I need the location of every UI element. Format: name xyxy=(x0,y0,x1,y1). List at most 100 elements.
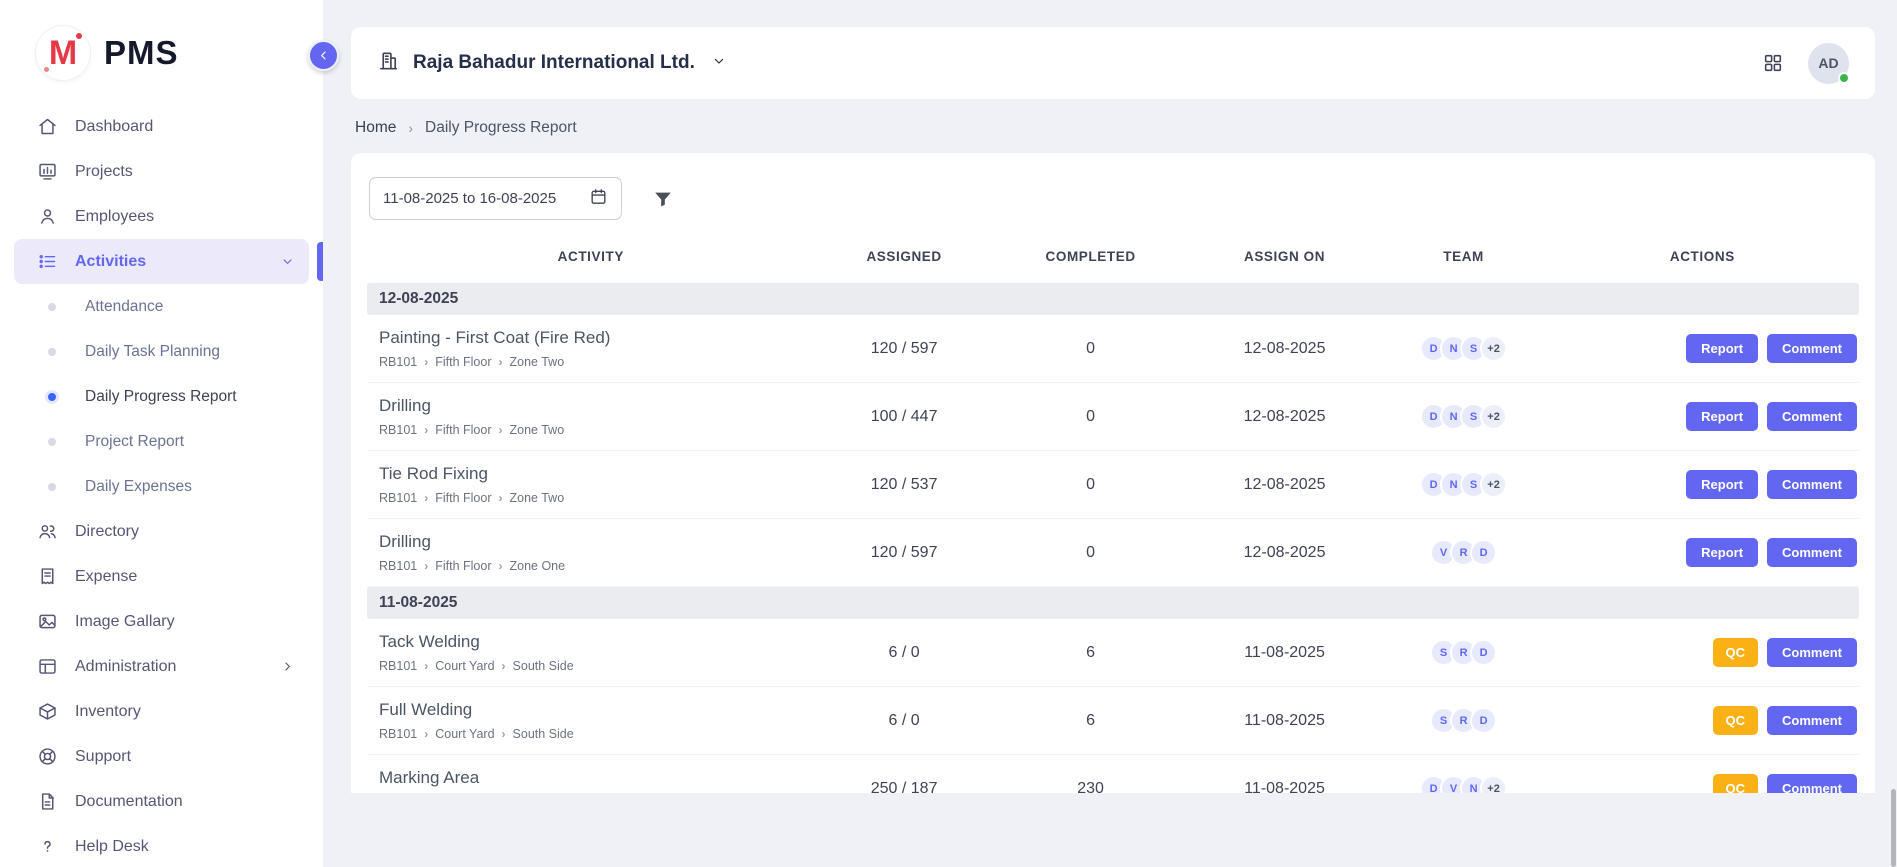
bullet-dot-icon xyxy=(48,348,56,356)
team-avatar[interactable]: D xyxy=(1470,707,1497,734)
sidebar-item-label: Directory xyxy=(75,523,139,541)
report-button[interactable]: Report xyxy=(1686,538,1758,567)
bullet-dot-icon xyxy=(48,438,56,446)
activity-location-path: RB101›Fifth Floor›Zone Two xyxy=(379,355,807,369)
building-icon xyxy=(377,49,400,72)
activity-row: Marking AreaRB101›Fifth Floor›Zone Two25… xyxy=(367,755,1859,794)
main-content: Raja Bahadur International Ltd. AD Home … xyxy=(323,0,1897,867)
activities-icon xyxy=(37,251,58,272)
chevron-right-icon: › xyxy=(424,559,428,573)
company-selector[interactable]: Raja Bahadur International Ltd. xyxy=(377,49,727,77)
team-extra-badge[interactable]: +2 xyxy=(1480,775,1507,793)
assign-on-value: 12-08-2025 xyxy=(1188,383,1382,451)
assigned-value: 250 / 187 xyxy=(815,755,994,794)
comment-button[interactable]: Comment xyxy=(1767,334,1857,363)
chevron-right-icon: › xyxy=(424,727,428,741)
activity-name: Drilling xyxy=(379,396,807,416)
comment-button[interactable]: Comment xyxy=(1767,538,1857,567)
sidebar-item-label: Documentation xyxy=(75,793,183,811)
sidebar-item-projects[interactable]: Projects xyxy=(14,149,309,194)
sidebar-item-employees[interactable]: Employees xyxy=(14,194,309,239)
activity-row: DrillingRB101›Fifth Floor›Zone One120 / … xyxy=(367,519,1859,587)
sidebar-item-label: Projects xyxy=(75,163,133,181)
sidebar-item-dashboard[interactable]: Dashboard xyxy=(14,104,309,149)
path-segment: Court Yard xyxy=(435,727,494,741)
sidebar-subitem-attendance[interactable]: Attendance xyxy=(0,284,323,329)
filter-funnel-button[interactable] xyxy=(652,188,674,210)
qc-button[interactable]: QC xyxy=(1713,774,1759,793)
user-avatar[interactable]: AD xyxy=(1808,43,1849,84)
comment-button[interactable]: Comment xyxy=(1767,638,1857,667)
comment-button[interactable]: Comment xyxy=(1767,402,1857,431)
chevron-right-icon: › xyxy=(499,423,503,437)
vertical-scrollbar[interactable] xyxy=(1891,789,1896,867)
sidebar-item-support[interactable]: Support xyxy=(14,734,309,779)
chevron-right-icon: › xyxy=(424,423,428,437)
app-logo[interactable]: M PMS xyxy=(0,26,323,80)
sidebar-item-inventory[interactable]: Inventory xyxy=(14,689,309,734)
comment-button[interactable]: Comment xyxy=(1767,470,1857,499)
assigned-value: 100 / 447 xyxy=(815,383,994,451)
activity-row: Painting - First Coat (Fire Red)RB101›Fi… xyxy=(367,315,1859,383)
chevron-right-icon: › xyxy=(502,659,506,673)
team-avatars: DNS+2 xyxy=(1420,335,1507,362)
admin-icon xyxy=(37,656,58,677)
team-avatars: DNS+2 xyxy=(1420,403,1507,430)
report-button[interactable]: Report xyxy=(1686,334,1758,363)
sidebar-subitem-daily-expenses[interactable]: Daily Expenses xyxy=(0,464,323,509)
bullet-dot-icon xyxy=(48,393,56,401)
team-extra-badge[interactable]: +2 xyxy=(1480,335,1507,362)
col-activity: ACTIVITY xyxy=(367,232,815,283)
date-range-picker[interactable] xyxy=(369,177,622,220)
sidebar-subitem-label: Daily Task Planning xyxy=(85,343,220,361)
report-button[interactable]: Report xyxy=(1686,402,1758,431)
sidebar-item-activities[interactable]: Activities xyxy=(14,239,309,284)
sidebar-subitem-project-report[interactable]: Project Report xyxy=(0,419,323,464)
chevron-right-icon: › xyxy=(499,559,503,573)
sidebar-item-help-desk[interactable]: Help Desk xyxy=(14,824,309,867)
group-date-label: 11-08-2025 xyxy=(367,587,1859,620)
sidebar-subitem-label: Daily Progress Report xyxy=(85,388,237,406)
activity-row: Tie Rod FixingRB101›Fifth Floor›Zone Two… xyxy=(367,451,1859,519)
sidebar-subitem-label: Attendance xyxy=(85,298,163,316)
people-icon xyxy=(37,521,58,542)
path-segment: Fifth Floor xyxy=(435,559,491,573)
qc-button[interactable]: QC xyxy=(1713,638,1759,667)
path-segment: RB101 xyxy=(379,423,417,437)
assigned-value: 6 / 0 xyxy=(815,619,994,687)
path-segment: RB101 xyxy=(379,355,417,369)
assigned-value: 6 / 0 xyxy=(815,687,994,755)
sidebar-item-documentation[interactable]: Documentation xyxy=(14,779,309,824)
team-avatars: DNS+2 xyxy=(1420,471,1507,498)
sidebar: M PMS Dashboard Projects EmployeesActiviti… xyxy=(0,0,323,867)
chevron-right-icon: › xyxy=(502,727,506,741)
assign-on-value: 12-08-2025 xyxy=(1188,315,1382,383)
path-segment: South Side xyxy=(513,727,574,741)
team-extra-badge[interactable]: +2 xyxy=(1480,471,1507,498)
breadcrumb-current: Daily Progress Report xyxy=(425,119,577,137)
company-name: Raja Bahadur International Ltd. xyxy=(413,52,695,74)
activity-table-body: 12-08-2025Painting - First Coat (Fire Re… xyxy=(367,283,1859,793)
sidebar-collapse-button[interactable] xyxy=(308,40,339,71)
sidebar-subitem-daily-progress-report[interactable]: Daily Progress Report xyxy=(0,374,323,419)
breadcrumb: Home › Daily Progress Report xyxy=(355,119,1871,137)
comment-button[interactable]: Comment xyxy=(1767,706,1857,735)
breadcrumb-home[interactable]: Home xyxy=(355,119,396,137)
path-segment: Zone Two xyxy=(510,423,565,437)
sidebar-item-image-gallary[interactable]: Image Gallary xyxy=(14,599,309,644)
bullet-dot-icon xyxy=(48,483,56,491)
col-actions: ACTIONS xyxy=(1546,232,1859,283)
team-extra-badge[interactable]: +2 xyxy=(1480,403,1507,430)
report-button[interactable]: Report xyxy=(1686,470,1758,499)
sidebar-subitem-daily-task-planning[interactable]: Daily Task Planning xyxy=(0,329,323,374)
sidebar-item-directory[interactable]: Directory xyxy=(14,509,309,554)
team-avatar[interactable]: D xyxy=(1470,539,1497,566)
apps-grid-button[interactable] xyxy=(1762,52,1784,74)
sidebar-item-expense[interactable]: Expense xyxy=(14,554,309,599)
team-avatar[interactable]: D xyxy=(1470,639,1497,666)
comment-button[interactable]: Comment xyxy=(1767,774,1857,793)
qc-button[interactable]: QC xyxy=(1713,706,1759,735)
team-avatars: SRD xyxy=(1430,639,1497,666)
sidebar-item-administration[interactable]: Administration xyxy=(14,644,309,689)
date-range-input[interactable] xyxy=(383,190,579,207)
